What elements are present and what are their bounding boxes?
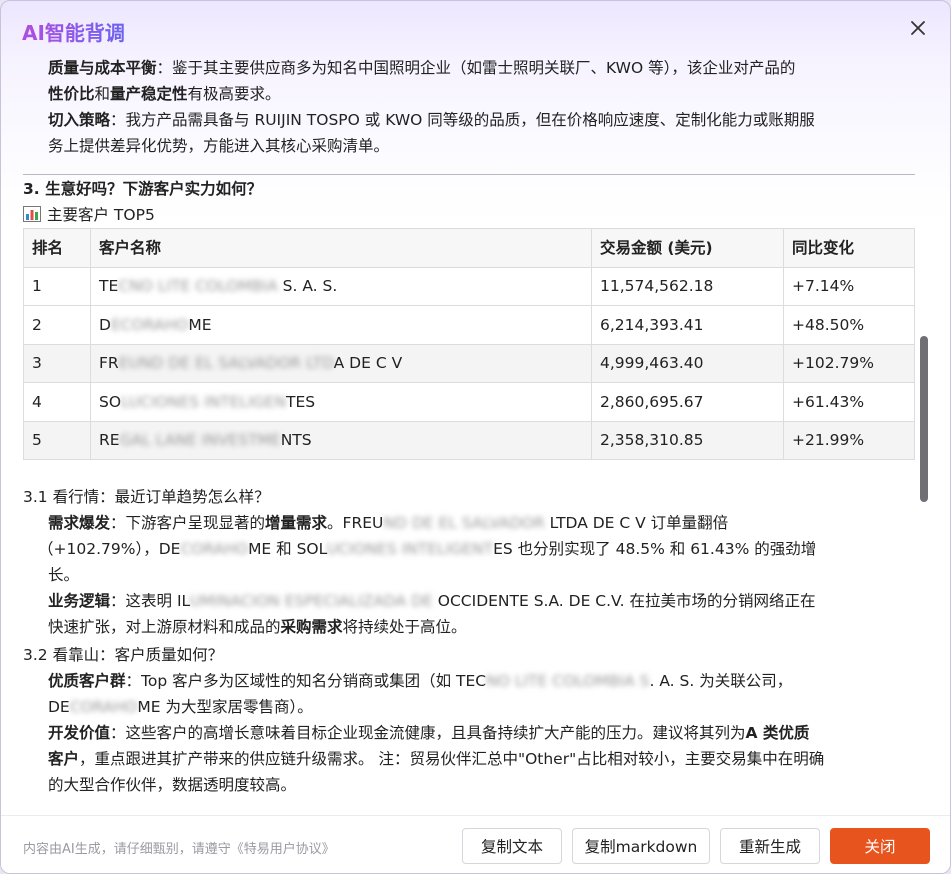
premium-customer-label: 优质客户群 <box>48 672 126 690</box>
change-cell: +21.99% <box>783 420 915 460</box>
dialog-header: AI智能背调 <box>1 1 950 59</box>
rank-cell: 1 <box>23 266 91 306</box>
change-cell: +48.50% <box>783 305 915 345</box>
dev-value-label: 开发价值 <box>48 724 111 742</box>
quality-cost-paragraph: 质量与成本平衡：鉴于其主要供应商多为知名中国照明企业（如雷士照明关联厂、KWO … <box>48 59 916 159</box>
customer-name-cell: SOLUCIONES INTELIGENTES <box>90 382 592 422</box>
section31-body: 需求爆发：下游客户呈现显著的增量需求。FREUND DE EL SALVADOR… <box>38 514 817 636</box>
quality-and: 和 <box>94 85 111 103</box>
customer-name-cell: TECNO LITE COLOMBIA S. A. S. <box>90 266 592 306</box>
top-customers-table: 排名 客户名称 交易金额 (美元) 同比变化 1 TECNO LITE COLO… <box>23 228 915 460</box>
change-cell: +61.43% <box>783 382 915 422</box>
ai-background-check-dialog: AI智能背调 质量与成本平衡：鉴于其主要供应商多为知名中国照明企业（如雷士照明关… <box>0 0 951 874</box>
dialog-footer: 内容由AI生成，请仔细甄别，请遵守《特易用户协议》 复制文本 复制markdow… <box>1 815 950 873</box>
strategy-label: 切入策略 <box>48 111 111 129</box>
rank-cell: 2 <box>23 305 91 345</box>
change-cell: +102.79% <box>783 343 915 383</box>
scrollbar-thumb[interactable] <box>920 336 928 502</box>
regenerate-button[interactable]: 重新生成 <box>720 828 820 864</box>
amount-cell: 2,358,310.85 <box>591 420 784 460</box>
section-divider <box>23 174 915 175</box>
section3-heading: 3. 生意好吗？下游客户实力如何？ <box>23 180 263 198</box>
section32-body: 优质客户群：Top 客户多为区域性的知名分销商或集团（如 TECNO LITE … <box>48 672 825 794</box>
copy-markdown-button[interactable]: 复制markdown <box>572 828 710 864</box>
customer-name-cell: REGAL LANE INVESTMENTS <box>90 420 592 460</box>
table-row: 3 FREUND DE EL SALVADOR LTDA DE C V 4,99… <box>23 343 915 383</box>
table-header-row: 排名 客户名称 交易金额 (美元) 同比变化 <box>23 228 915 268</box>
section31-heading: 3.1 看行情：最近订单趋势怎么样？ <box>23 488 270 506</box>
quality-bold-2: 量产稳定性 <box>110 85 188 103</box>
strategy-text-1: ：我方产品需具备与 RUIJIN TOSPO 或 KWO 同等级的品质，但在价格… <box>110 111 815 129</box>
close-icon[interactable] <box>906 16 930 40</box>
quality-text-2: 有极高要求。 <box>187 85 281 103</box>
close-button[interactable]: 关闭 <box>830 828 930 864</box>
logic-label: 业务逻辑 <box>48 592 111 610</box>
amount-cell: 4,999,463.40 <box>591 343 784 383</box>
demand-label: 需求爆发 <box>48 514 111 532</box>
report-content[interactable]: 质量与成本平衡：鉴于其主要供应商多为知名中国照明企业（如雷士照明关联厂、KWO … <box>1 59 950 811</box>
quality-text-1: ：鉴于其主要供应商多为知名中国照明企业（如雷士照明关联厂、KWO 等），该企业对… <box>156 59 796 77</box>
bar-chart-icon <box>23 204 41 222</box>
amount-cell: 6,214,393.41 <box>591 305 784 345</box>
amount-cell: 2,860,695.67 <box>591 382 784 422</box>
strategy-text-2: 务上提供差异化优势，方能进入其核心采购清单。 <box>48 137 390 155</box>
top5-label: 主要客户 TOP5 <box>47 206 155 224</box>
amount-cell: 11,574,562.18 <box>591 266 784 306</box>
table-row: 2 DECORAHOME 6,214,393.41 +48.50% <box>23 305 915 345</box>
copy-text-button[interactable]: 复制文本 <box>462 828 562 864</box>
col-yoy-change: 同比变化 <box>783 228 915 268</box>
rank-cell: 5 <box>23 420 91 460</box>
quality-bold-1: 性价比 <box>48 85 95 103</box>
change-cell: +7.14% <box>783 266 915 306</box>
table-row: 1 TECNO LITE COLOMBIA S. A. S. 11,574,56… <box>23 266 915 306</box>
table-row: 4 SOLUCIONES INTELIGENTES 2,860,695.67 +… <box>23 382 915 422</box>
customer-name-cell: FREUND DE EL SALVADOR LTDA DE C V <box>90 343 592 383</box>
col-customer-name: 客户名称 <box>90 228 592 268</box>
table-row: 5 REGAL LANE INVESTMENTS 2,358,310.85 +2… <box>23 420 915 460</box>
dialog-title: AI智能背调 <box>22 17 125 46</box>
col-amount: 交易金额 (美元) <box>591 228 784 268</box>
col-rank: 排名 <box>23 228 91 268</box>
section32-heading: 3.2 看靠山：客户质量如何？ <box>23 646 224 664</box>
rank-cell: 3 <box>23 343 91 383</box>
quality-label: 质量与成本平衡 <box>48 59 157 77</box>
rank-cell: 4 <box>23 382 91 422</box>
customer-name-cell: DECORAHOME <box>90 305 592 345</box>
top5-subheading: 主要客户 TOP5 <box>23 202 155 228</box>
ai-disclaimer: 内容由AI生成，请仔细甄别，请遵守《特易用户协议》 <box>23 842 335 857</box>
